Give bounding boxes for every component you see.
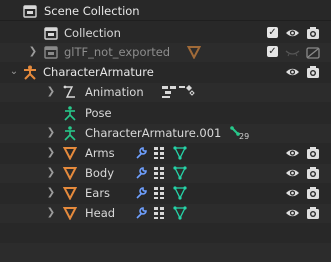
chevron-right-icon[interactable]: ❯ <box>27 45 39 59</box>
mesh-triangle-icon <box>63 167 77 180</box>
camera-icon[interactable] <box>306 206 320 220</box>
chevron-down-icon[interactable]: ⌄ <box>8 65 20 79</box>
chevron-right-icon[interactable]: ❯ <box>45 85 57 99</box>
wrench-icon <box>136 207 147 219</box>
row-label: CharacterArmature <box>43 65 154 79</box>
mesh-triangle-icon <box>187 46 201 59</box>
outliner-row-ears[interactable]: ❯ Ears <box>0 184 331 203</box>
outliner-row-arms[interactable]: ❯ Arms <box>0 144 331 163</box>
armature-icon <box>24 65 36 80</box>
exclude-checkbox[interactable]: ✓ <box>267 27 278 38</box>
eye-icon[interactable] <box>285 147 300 159</box>
vertex-groups-icon <box>154 207 164 219</box>
outliner-row-collection[interactable]: Collection ✓ <box>0 24 331 43</box>
mesh-data-icon <box>173 206 187 220</box>
outliner-row-body[interactable]: ❯ Body <box>0 164 331 183</box>
wrench-icon <box>136 167 147 179</box>
camera-icon[interactable] <box>306 146 320 160</box>
mesh-triangle-icon <box>63 207 77 220</box>
eye-icon[interactable] <box>285 187 300 199</box>
exclude-checkbox[interactable]: ✓ <box>267 46 278 57</box>
row-label: Animation <box>85 85 144 99</box>
camera-disabled-icon[interactable] <box>306 45 320 59</box>
chevron-right-icon[interactable]: ❯ <box>45 166 57 180</box>
eye-icon[interactable] <box>285 207 300 219</box>
row-label: Collection <box>64 26 121 40</box>
outliner-row-characterarmature-001[interactable]: ❯ CharacterArmature.001 29 <box>0 124 331 143</box>
scene-collection-title: Scene Collection <box>44 4 140 18</box>
row-label: Pose <box>85 106 112 120</box>
mesh-data-icon <box>173 146 187 160</box>
wrench-icon <box>136 187 147 199</box>
mesh-triangle-icon <box>63 147 77 160</box>
camera-icon[interactable] <box>306 166 320 180</box>
chevron-right-icon[interactable]: ❯ <box>45 186 57 200</box>
row-label: glTF_not_exported <box>64 45 171 59</box>
eye-hidden-icon[interactable] <box>285 46 300 58</box>
eye-icon[interactable] <box>285 167 300 179</box>
action-strip-icon <box>162 86 176 98</box>
outliner-row-characterarmature[interactable]: ⌄ CharacterArmature <box>0 63 331 82</box>
animation-icon <box>63 85 75 98</box>
outliner-row-gltf-not-exported[interactable]: ❯ glTF_not_exported ✓ <box>0 43 331 62</box>
mesh-data-icon <box>173 186 187 200</box>
wrench-icon <box>136 147 147 159</box>
armature-data-icon <box>64 126 76 141</box>
empty-row <box>0 224 331 243</box>
row-label: Body <box>85 166 115 180</box>
chevron-right-icon[interactable]: ❯ <box>45 146 57 160</box>
vertex-groups-icon <box>154 187 164 199</box>
bone-count: 29 <box>239 132 250 141</box>
collection-box-icon <box>44 27 58 40</box>
scene-collection-row[interactable]: Scene Collection <box>0 2 331 21</box>
camera-icon[interactable] <box>306 186 320 200</box>
camera-icon[interactable] <box>306 65 320 79</box>
empty-row <box>0 243 331 262</box>
scene-collection-icon <box>23 5 37 18</box>
row-label: Ears <box>85 186 111 200</box>
row-label: Arms <box>85 146 115 160</box>
eye-icon[interactable] <box>285 27 300 39</box>
row-label: CharacterArmature.001 <box>85 126 222 140</box>
chevron-right-icon[interactable]: ❯ <box>45 206 57 220</box>
mesh-data-icon <box>173 166 187 180</box>
outliner-row-animation[interactable]: ❯ Animation <box>0 83 331 102</box>
eye-icon[interactable] <box>285 66 300 78</box>
collection-box-icon <box>44 46 58 59</box>
header-divider <box>0 20 331 21</box>
row-label: Head <box>85 206 116 220</box>
vertex-groups-icon <box>154 167 164 179</box>
outliner-row-pose[interactable]: Pose <box>0 104 331 123</box>
chevron-right-icon[interactable]: ❯ <box>45 126 57 140</box>
mesh-triangle-icon <box>63 187 77 200</box>
camera-icon[interactable] <box>306 26 320 40</box>
keyframe-icon <box>179 85 195 96</box>
vertex-groups-icon <box>154 147 164 159</box>
pose-icon <box>64 106 76 121</box>
outliner-row-head[interactable]: ❯ Head <box>0 204 331 223</box>
